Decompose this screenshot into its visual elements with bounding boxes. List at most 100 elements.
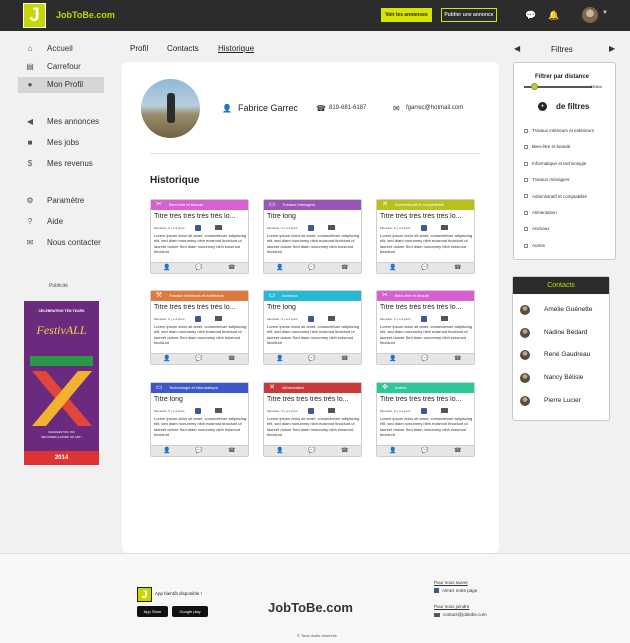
filter-option[interactable]: Bien-être et beauté [524, 144, 570, 149]
job-card[interactable]: ✜ Autres Titre très très très très lo... Mo… [376, 382, 475, 457]
chevron-right-icon[interactable]: ▶ [609, 44, 615, 53]
facebook-icon[interactable] [195, 408, 201, 414]
sidebar-item-income[interactable]: $ Mes revenus [18, 156, 104, 172]
filter-option[interactable]: Animaux [524, 226, 550, 231]
checkbox[interactable] [524, 227, 528, 232]
chat-icon[interactable]: 💬 [421, 263, 428, 273]
filter-option[interactable]: Autres [524, 243, 545, 248]
phone-icon[interactable]: ☎ [341, 446, 348, 456]
chat-icon[interactable]: 💬 [308, 263, 315, 273]
mail-icon[interactable] [441, 225, 448, 230]
checkbox[interactable] [524, 161, 528, 166]
sidebar-item-ads[interactable]: ◀ Mes annonces [18, 114, 104, 130]
checkbox[interactable] [524, 178, 528, 182]
checkbox[interactable] [524, 243, 528, 248]
facebook-icon[interactable] [195, 225, 201, 231]
tab-profile[interactable]: Profil [130, 44, 148, 53]
sidebar-item-board[interactable]: ▤ Carrefour [18, 59, 104, 75]
job-card[interactable]: ✂ Bien-être et beauté Titre très très très… [376, 290, 475, 365]
sidebar-item-settings[interactable]: ⚙ Paramètre [18, 193, 104, 209]
chat-icon[interactable]: 💬 [525, 9, 536, 21]
facebook-icon[interactable] [308, 408, 314, 414]
job-title[interactable]: Titre long [267, 213, 360, 220]
distance-slider-handle[interactable] [530, 83, 538, 90]
add-user-icon[interactable]: 👤 [276, 263, 283, 273]
job-title[interactable]: Titre long [154, 396, 247, 403]
chat-icon[interactable]: 💬 [421, 446, 428, 456]
checkbox[interactable] [524, 210, 528, 215]
chat-icon[interactable]: 💬 [308, 354, 315, 364]
filter-option[interactable]: Administratif et comptabilité [524, 194, 587, 199]
advertisement-banner[interactable]: CELEBRATING TEN YEARS FestivALL CHARLEST… [24, 301, 99, 465]
mail-icon[interactable] [215, 316, 222, 321]
more-filters-label[interactable]: de filtres [556, 102, 589, 111]
job-card[interactable]: ▭ Technologie et informatique Titre long Mo… [150, 382, 249, 457]
facebook-icon[interactable] [421, 316, 427, 322]
mail-icon[interactable] [441, 408, 448, 413]
mail-icon[interactable] [215, 225, 222, 230]
sidebar-item-contact[interactable]: ✉ Nous contacter [18, 235, 104, 251]
phone-icon[interactable]: ☎ [454, 354, 461, 364]
facebook-icon[interactable] [421, 225, 427, 231]
chevron-left-icon[interactable]: ◀ [514, 44, 520, 53]
avatar[interactable] [582, 7, 598, 23]
phone-icon[interactable]: ☎ [341, 263, 348, 273]
tab-contacts[interactable]: Contacts [167, 44, 199, 53]
job-card[interactable]: ✕ Administratif et comptabilité Titre très… [376, 199, 475, 274]
filter-option[interactable]: Travaux ménagers [524, 177, 569, 182]
add-user-icon[interactable]: 👤 [163, 446, 170, 456]
job-card[interactable]: ▭ Travaux ménagers Titre long Montréal - Il… [263, 199, 362, 274]
facebook-icon[interactable] [308, 316, 314, 322]
tab-history[interactable]: Historique [218, 44, 254, 53]
chat-icon[interactable]: 💬 [195, 354, 202, 364]
job-card[interactable]: ✕ Alimentation Titre très très très très l… [263, 382, 362, 457]
mail-icon[interactable] [215, 408, 222, 413]
mail-icon[interactable] [441, 316, 448, 321]
facebook-icon[interactable] [421, 408, 427, 414]
sidebar-item-profile[interactable]: ● Mon Profil [18, 77, 104, 93]
facebook-icon[interactable] [195, 316, 201, 322]
facebook-icon[interactable] [308, 225, 314, 231]
profile-email[interactable]: fgarrec@hotmail.com [406, 105, 463, 111]
see-ads-button[interactable]: Voir les annonces [381, 8, 432, 22]
job-card[interactable]: ⚒ Travaux intérieurs et extérieurs Titre t… [150, 290, 249, 365]
filter-option[interactable]: Informatique et technologie [524, 161, 586, 166]
phone-icon[interactable]: ☎ [454, 446, 461, 456]
join-link[interactable]: contact@jobtobe.com [434, 612, 487, 617]
job-card[interactable]: ✂ Bien-être et beauté Titre très très très… [150, 199, 249, 274]
follow-link[interactable]: Aimez notre page [434, 588, 477, 594]
phone-icon[interactable]: ☎ [341, 354, 348, 364]
brand-name[interactable]: JobToBe.com [56, 10, 115, 20]
chat-icon[interactable]: 💬 [308, 446, 315, 456]
job-title[interactable]: Titre long [267, 304, 360, 311]
profile-phone[interactable]: 819-681-6187 [329, 105, 366, 111]
job-title[interactable]: Titre très très très très lo... [380, 396, 473, 403]
filter-option[interactable]: Alimentation [524, 210, 557, 215]
phone-icon[interactable]: ☎ [228, 354, 235, 364]
job-title[interactable]: Titre très très très très lo... [380, 213, 473, 220]
job-title[interactable]: Titre très très très très lo... [154, 304, 247, 311]
phone-icon[interactable]: ☎ [454, 263, 461, 273]
checkbox[interactable] [524, 145, 528, 150]
filter-option[interactable]: Travaux intérieurs et extérieurs [524, 128, 594, 133]
bell-icon[interactable]: 🔔 [548, 9, 559, 21]
add-user-icon[interactable]: 👤 [389, 446, 396, 456]
add-user-icon[interactable]: 👤 [276, 446, 283, 456]
chevron-down-icon[interactable]: ▼ [602, 10, 608, 16]
job-title[interactable]: Titre très très très très lo... [380, 304, 473, 311]
checkbox[interactable] [524, 194, 528, 199]
chat-icon[interactable]: 💬 [195, 446, 202, 456]
job-card[interactable]: ▭ Animaux Titre long Montréal - Il y a 2 jo… [263, 290, 362, 365]
add-user-icon[interactable]: 👤 [163, 354, 170, 364]
sidebar-item-jobs[interactable]: ■ Mes jobs [18, 135, 104, 151]
sidebar-item-help[interactable]: ? Aide [18, 214, 104, 230]
phone-icon[interactable]: ☎ [228, 446, 235, 456]
sidebar-item-home[interactable]: ⌂ Accueil [18, 41, 104, 57]
google-play-button[interactable]: Google play [172, 606, 208, 617]
mail-icon[interactable] [328, 225, 335, 230]
add-user-icon[interactable]: 👤 [389, 263, 396, 273]
app-store-button[interactable]: App Store [137, 606, 168, 617]
chat-icon[interactable]: 💬 [421, 354, 428, 364]
logo[interactable]: J [23, 3, 46, 28]
job-title[interactable]: Titre très très très très lo... [154, 213, 247, 220]
